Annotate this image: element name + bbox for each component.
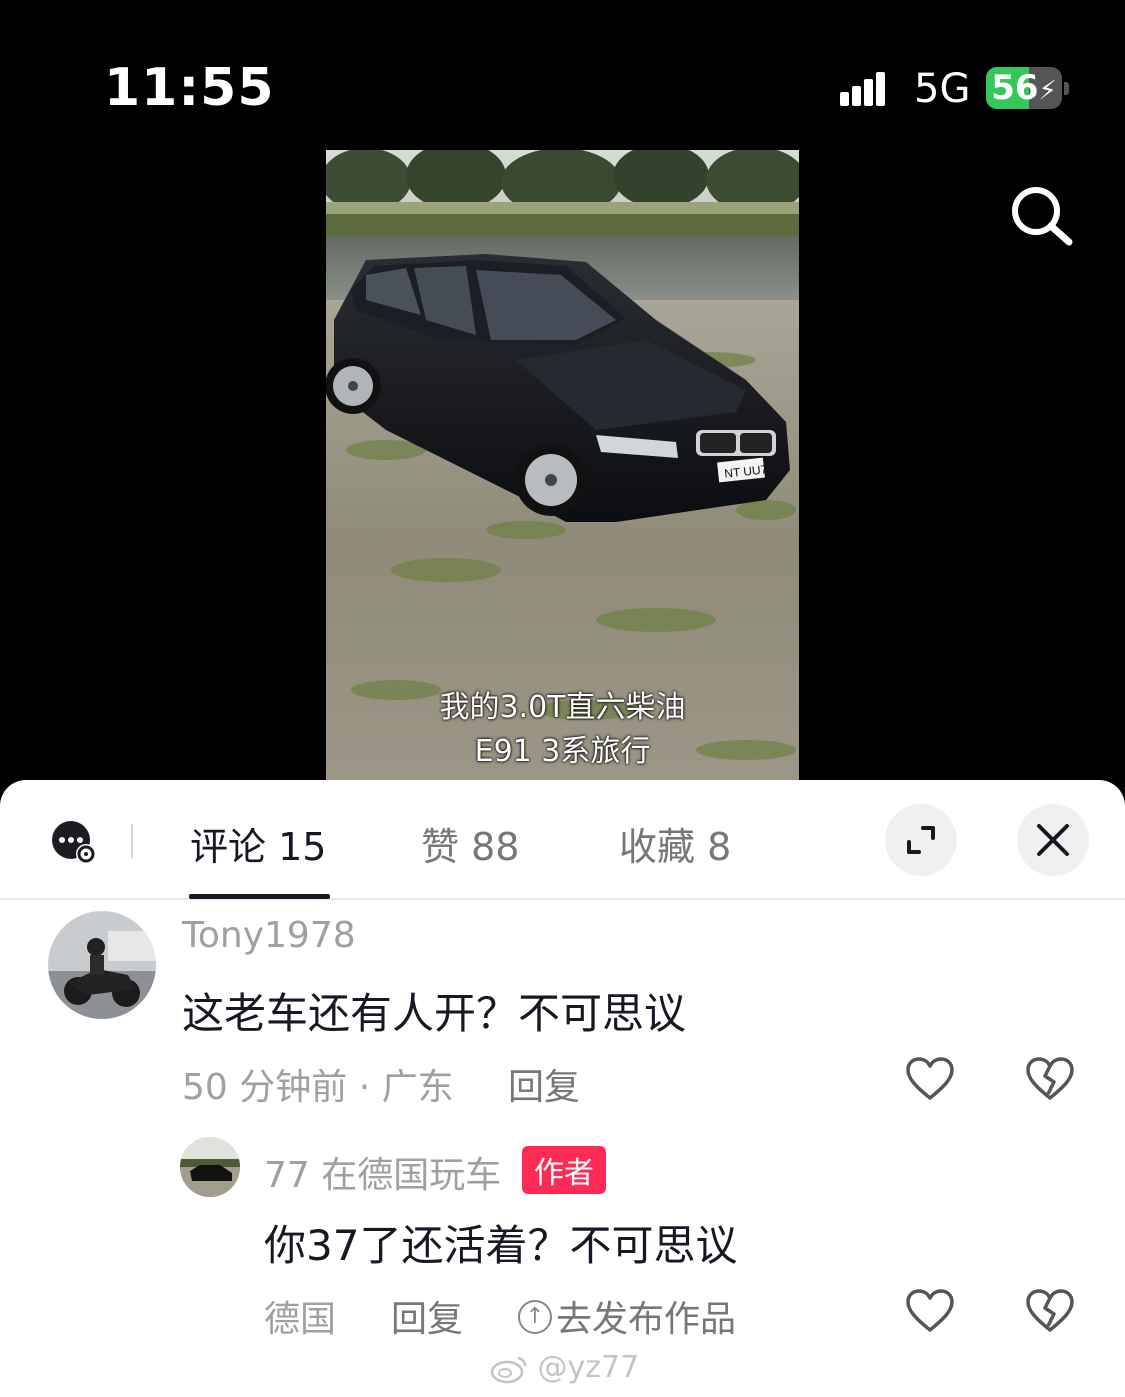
dislike-broken-heart-icon[interactable] (1025, 1288, 1075, 1334)
status-time: 11:55 (104, 58, 275, 118)
comment-reply-button[interactable]: 回复 (508, 1058, 580, 1110)
motorcycle-avatar-image (48, 911, 156, 1019)
tab-bar: 评论 15 赞 88 收藏 8 (0, 780, 1125, 900)
heart-icon[interactable] (905, 1288, 955, 1334)
close-icon (1037, 824, 1069, 856)
active-tab-indicator (189, 894, 330, 899)
close-button[interactable] (1017, 804, 1089, 876)
author-badge: 作者 (522, 1146, 606, 1194)
avatar-author[interactable] (180, 1137, 240, 1197)
car-avatar-image (180, 1137, 240, 1197)
weibo-watermark: @yz77 (490, 1350, 639, 1385)
reply-text: 你37了还活着？不可思议 (264, 1221, 738, 1270)
reply-username[interactable]: 77 在德国玩车 (264, 1146, 501, 1198)
cellular-signal-icon (840, 72, 886, 106)
tab-comments[interactable]: 评论 15 (190, 816, 326, 871)
battery-tip (1064, 82, 1069, 95)
search-icon[interactable] (1005, 180, 1075, 250)
comment-text: 这老车还有人开？不可思议 (182, 989, 687, 1038)
comment-meta: 50 分钟前 · 广东 (182, 1067, 454, 1108)
chat-settings-icon[interactable] (50, 818, 98, 866)
heart-icon[interactable] (905, 1056, 955, 1102)
video-frame[interactable]: NT UU7 我的3.0T直六柴油 E91 3系旅行 (326, 150, 799, 780)
watermark-handle: @yz77 (537, 1350, 640, 1385)
tab-divider (131, 824, 133, 858)
dislike-broken-heart-icon[interactable] (1025, 1056, 1075, 1102)
reply-reply-button[interactable]: 回复 (391, 1290, 463, 1342)
tab-favorites[interactable]: 收藏 8 (619, 816, 731, 871)
reply-meta: 德国 (264, 1299, 337, 1340)
weibo-logo-icon (490, 1356, 527, 1383)
network-type: 5G (914, 66, 971, 112)
battery-level: 56 (991, 68, 1039, 108)
expand-icon (907, 826, 935, 854)
publish-work-label: 去发布作品 (556, 1299, 737, 1340)
charging-bolt-icon: ⚡ (1038, 76, 1057, 106)
publish-work-button[interactable]: ↑ 去发布作品 (518, 1290, 736, 1342)
avatar-tony1978[interactable] (48, 911, 156, 1019)
expand-button[interactable] (885, 804, 957, 876)
upload-arrow-icon: ↑ (518, 1300, 552, 1334)
comment-username[interactable]: Tony1978 (182, 915, 356, 956)
battery-indicator: 56⚡ (986, 67, 1062, 109)
video-caption-line-2: E91 3系旅行 (474, 734, 651, 769)
tab-likes[interactable]: 赞 88 (421, 816, 519, 871)
video-caption-line-1: 我的3.0T直六柴油 (439, 690, 686, 725)
